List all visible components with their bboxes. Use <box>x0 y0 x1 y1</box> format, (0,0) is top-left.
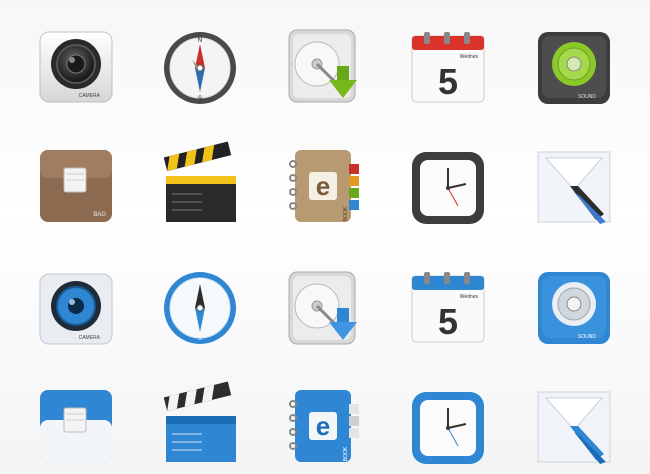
bag-icon[interactable]: BAG <box>38 150 114 226</box>
camera-label: CAMERA <box>79 93 101 99</box>
compass-north: N <box>198 38 202 44</box>
clapperboard-icon[interactable] <box>162 141 238 226</box>
compass-south: S <box>198 96 202 102</box>
speaker-icon-blue[interactable]: SOUND <box>536 270 612 346</box>
hard-drive-download-icon-blue[interactable] <box>287 270 363 346</box>
clock-icon-blue[interactable] <box>410 390 486 466</box>
calendar-icon[interactable]: Wednes 5 <box>410 30 486 106</box>
camera-icon[interactable]: CAMERA <box>38 28 114 104</box>
compass-icon[interactable]: N S <box>162 30 238 106</box>
calendar-day: Wednes <box>460 54 479 60</box>
speaker-icon[interactable]: SOUND <box>536 30 612 106</box>
ebook-icon-blue[interactable]: e BOOK <box>287 388 363 464</box>
shirt-tie-icon[interactable] <box>536 150 612 226</box>
shirt-tie-icon-blue[interactable] <box>536 390 612 466</box>
compass-icon-blue[interactable]: N S <box>162 270 238 346</box>
clapperboard-icon-blue[interactable] <box>162 381 238 466</box>
clock-icon[interactable] <box>410 150 486 226</box>
speaker-label-blue: SOUND <box>578 334 596 340</box>
ebook-label: BOOK <box>343 206 349 221</box>
compass-south-blue: S <box>198 336 202 342</box>
camera-label-blue: CAMERA <box>79 335 101 341</box>
calendar-number-blue: 5 <box>438 301 458 342</box>
ebook-label-blue: BOOK <box>343 446 349 461</box>
ebook-icon[interactable]: e BOOK <box>287 148 363 224</box>
icon-grid: CAMERA N S Wednes 5 SOUND BAG e BOOK CAM… <box>0 0 650 474</box>
camera-icon-blue[interactable]: CAMERA <box>38 270 114 346</box>
bag-icon-blue[interactable] <box>38 390 114 466</box>
compass-north-blue: N <box>198 278 202 284</box>
calendar-icon-blue[interactable]: Wednes 5 <box>410 270 486 346</box>
speaker-label: SOUND <box>578 94 596 100</box>
ebook-letter-blue: e <box>316 411 330 441</box>
calendar-day-blue: Wednes <box>460 294 479 300</box>
hard-drive-download-icon[interactable] <box>287 28 363 104</box>
calendar-number: 5 <box>438 61 458 102</box>
bag-label: BAG <box>93 212 106 218</box>
ebook-letter: e <box>316 171 330 201</box>
